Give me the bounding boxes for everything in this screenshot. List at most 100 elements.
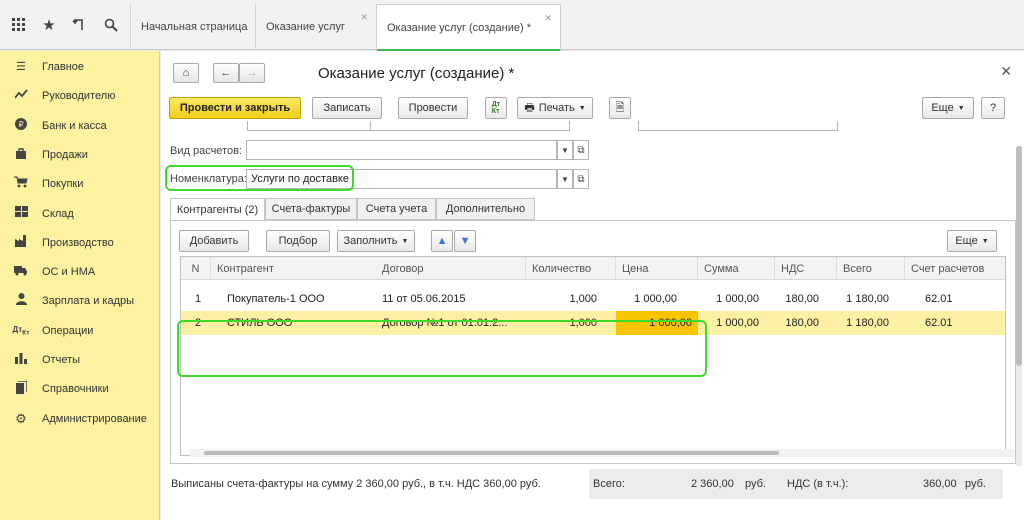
vat-cell[interactable]: 180,00 [775, 311, 825, 335]
book-icon [0, 379, 42, 397]
column-header[interactable]: Цена [616, 257, 698, 280]
fill-button[interactable]: Заполнить ▼ [337, 230, 415, 252]
column-header[interactable]: N [181, 257, 211, 280]
open-icon[interactable]: ⧉ [573, 169, 589, 189]
scrollbar-thumb[interactable] [1016, 146, 1022, 366]
vat-cell[interactable]: 180,00 [775, 287, 825, 311]
counterparty-cell[interactable]: СТИЛЬ ООО [221, 311, 376, 335]
sum-cell[interactable]: 1 000,00 [698, 311, 765, 335]
post-button[interactable]: Провести [398, 97, 468, 119]
sidebar-item-director[interactable]: Руководителю [0, 81, 160, 110]
column-header[interactable]: Договор [376, 257, 526, 280]
nomenclature-field[interactable]: Услуги по доставке [246, 169, 557, 189]
column-header[interactable]: Счет расчетов [905, 257, 1005, 280]
svg-text:₽: ₽ [18, 120, 23, 129]
sidebar-item-label: Склад [42, 207, 74, 220]
scrollbar-thumb[interactable] [204, 451, 779, 455]
move-up-button[interactable]: ▲ [431, 230, 453, 252]
total-cell[interactable]: 1 180,00 [837, 311, 895, 335]
apps-grid-icon[interactable] [4, 0, 34, 50]
page-title: Оказание услуг (создание) * [318, 65, 515, 82]
invoice-summary: Выписаны счета-фактуры на сумму 2 360,00… [171, 478, 541, 490]
close-icon[interactable]: ✕ [1000, 63, 1012, 80]
sidebar-item-production[interactable]: Производство [0, 228, 160, 257]
counterparty-cell[interactable]: Покупатель-1 ООО [221, 287, 376, 311]
search-icon[interactable] [96, 0, 126, 50]
help-button[interactable]: ? [981, 97, 1005, 119]
close-icon[interactable]: ✕ [360, 12, 368, 23]
account-cell[interactable]: 62.01 [919, 311, 1005, 335]
close-icon[interactable]: ✕ [544, 13, 552, 24]
sidebar-item-warehouse[interactable]: Склад [0, 199, 160, 228]
sidebar-item-bank[interactable]: ₽ Банк и касса [0, 111, 160, 140]
sidebar-item-salary[interactable]: Зарплата и кадры [0, 286, 160, 315]
tab-counterparties[interactable]: Контрагенты (2) [170, 198, 265, 221]
clipped-field [247, 121, 377, 131]
chevron-down-icon[interactable]: ▼ [557, 140, 573, 160]
sidebar-item-purchases[interactable]: Покупки [0, 169, 160, 198]
back-button[interactable]: ← [213, 63, 239, 83]
sidebar-item-reports[interactable]: Отчеты [0, 345, 160, 374]
tab-label: Начальная страница [141, 21, 248, 33]
home-button[interactable]: ⌂ [173, 63, 199, 83]
sidebar-item-operations[interactable]: ДтКт Операции [0, 316, 160, 345]
settlement-field[interactable] [246, 140, 557, 160]
chevron-down-icon: ▼ [578, 104, 586, 112]
row-number: 2 [195, 317, 202, 329]
column-header[interactable]: Контрагент [211, 257, 376, 280]
column-header[interactable]: Всего [837, 257, 905, 280]
price-cell[interactable]: 1 000,00 [616, 287, 683, 311]
contract-cell[interactable]: Договор №1 от 01.01.2... [376, 311, 526, 335]
add-button[interactable]: Добавить [179, 230, 249, 252]
table-more-button[interactable]: Еще ▼ [947, 230, 997, 252]
sum-cell[interactable]: 1 000,00 [698, 287, 765, 311]
move-down-button[interactable]: ▼ [454, 230, 476, 252]
document-button[interactable]: 🗎 [609, 97, 631, 119]
tab-invoices[interactable]: Счета-фактуры [265, 198, 357, 220]
select-button[interactable]: Подбор [266, 230, 330, 252]
more-button[interactable]: Еще ▼ [922, 97, 974, 119]
chevron-down-icon: ▼ [401, 237, 409, 245]
history-icon[interactable] [64, 0, 94, 50]
open-icon[interactable]: ⧉ [573, 140, 589, 160]
quantity-cell[interactable]: 1,000 [526, 287, 603, 311]
table-row[interactable]: 2 СТИЛЬ ООО Договор №1 от 01.01.2... 1,0… [181, 311, 1005, 335]
forward-button[interactable]: → [239, 63, 265, 83]
quantity-cell[interactable]: 1,000 [526, 311, 603, 335]
tab-home[interactable]: Начальная страница [130, 4, 255, 50]
chevron-down-icon: ▼ [981, 237, 989, 245]
horizontal-scrollbar[interactable] [190, 449, 1014, 457]
table-row[interactable]: 1 Покупатель-1 ООО 11 от 05.06.2015 1,00… [181, 287, 1005, 311]
sidebar-item-label: Зарплата и кадры [42, 294, 135, 307]
tab-services[interactable]: Оказание услуг ✕ [255, 4, 376, 50]
sidebar-item-admin[interactable]: ⚙ Администрирование [0, 404, 160, 433]
sidebar-item-sales[interactable]: Продажи [0, 140, 160, 169]
print-button[interactable]: 🖶 Печать ▼ [517, 97, 593, 119]
post-and-close-button[interactable]: Провести и закрыть [169, 97, 301, 119]
column-header[interactable]: Сумма [698, 257, 775, 280]
dt-kt-button[interactable]: Дт Кт [485, 97, 507, 119]
sidebar-item-label: Руководителю [42, 89, 116, 102]
tab-accounts[interactable]: Счета учета [357, 198, 436, 220]
sidebar-item-main[interactable]: ☰ Главное [0, 52, 160, 81]
favorites-star-icon[interactable]: ★ [34, 0, 64, 50]
sidebar-item-references[interactable]: Справочники [0, 374, 160, 403]
sidebar-item-fixed-assets[interactable]: ОС и НМА [0, 257, 160, 286]
column-header[interactable]: НДС [775, 257, 837, 280]
sidebar-item-label: Производство [42, 236, 114, 249]
tab-additional[interactable]: Дополнительно [436, 198, 535, 220]
total-cell[interactable]: 1 180,00 [837, 287, 895, 311]
account-cell[interactable]: 62.01 [919, 287, 1005, 311]
sidebar-item-label: Операции [42, 324, 94, 337]
column-header[interactable]: Количество [526, 257, 616, 280]
counterparties-panel: Добавить Подбор Заполнить ▼ ▲ ▼ Еще ▼ N … [170, 220, 1016, 464]
tab-services-create[interactable]: Оказание услуг (создание) * ✕ [376, 4, 561, 51]
counterparties-table: N Контрагент Договор Количество Цена Сум… [180, 256, 1014, 457]
vertical-scrollbar[interactable] [1016, 146, 1022, 466]
warehouse-icon [0, 206, 42, 221]
price-cell[interactable]: 1 000,00 [616, 311, 698, 335]
chevron-down-icon[interactable]: ▼ [557, 169, 573, 189]
contract-cell[interactable]: 11 от 05.06.2015 [376, 287, 526, 311]
sidebar-item-label: Главное [42, 60, 85, 73]
save-button[interactable]: Записать [312, 97, 382, 119]
